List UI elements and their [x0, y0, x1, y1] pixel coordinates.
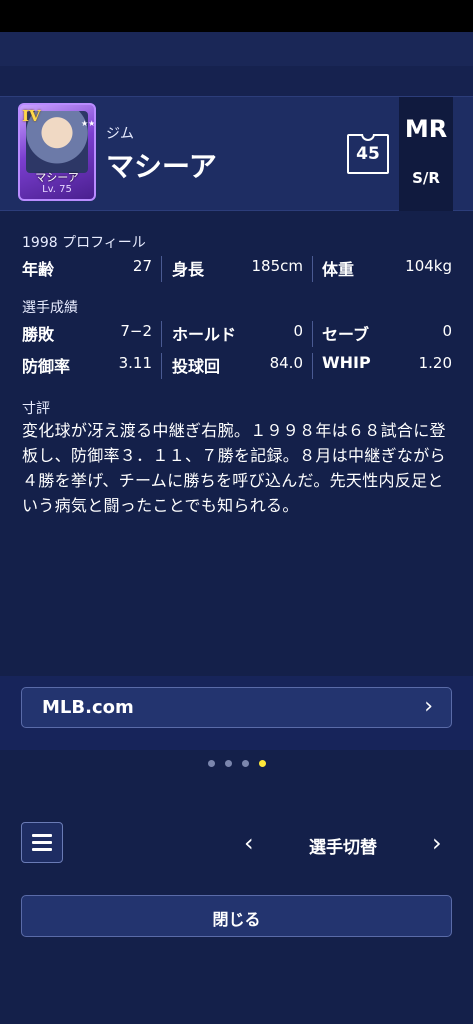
- ip-value: 84.0: [269, 354, 303, 372]
- close-button[interactable]: 閉じる: [21, 895, 452, 937]
- page-dot[interactable]: [242, 760, 249, 767]
- divider: [312, 321, 313, 347]
- stats-row-1: 勝敗 7−2 ホールド 0 セーブ 0: [22, 321, 452, 347]
- divider: [161, 321, 162, 347]
- divider: [161, 256, 162, 282]
- player-header: IV ★★★★★ マシーア Lv. 75 ジム マシーア 45 MR S/R: [0, 96, 473, 211]
- comment-text: 変化球が冴え渡る中継ぎ右腕。１９９８年は６８試合に登板し、防御率３．１１、７勝を…: [22, 421, 446, 515]
- mlb-link-label: MLB.com: [42, 697, 134, 718]
- age-value: 27: [132, 257, 152, 275]
- status-bar: [0, 0, 473, 32]
- menu-icon-bar: [32, 834, 52, 837]
- top-band: [0, 32, 473, 66]
- position-box: MR S/R: [399, 97, 453, 211]
- divider: [161, 353, 162, 379]
- stats-row-2: 防御率 3.11 投球回 84.0 WHIP 1.20: [22, 353, 452, 379]
- weight-value: 104kg: [405, 257, 452, 275]
- record-value: 7−2: [120, 322, 152, 340]
- height-label: 身長: [172, 260, 205, 279]
- weight-cell: 体重 104kg: [322, 256, 452, 280]
- ip-label: 投球回: [172, 357, 221, 376]
- era-cell: 防御率 3.11: [22, 353, 152, 377]
- jersey-collar: [361, 134, 375, 141]
- card-stars: ★★★★★: [81, 119, 96, 128]
- weight-label: 体重: [322, 260, 355, 279]
- menu-icon-bar: [32, 848, 52, 851]
- comment-label: 寸評: [22, 401, 50, 417]
- close-label: 閉じる: [212, 910, 261, 929]
- age-label: 年齢: [22, 260, 55, 279]
- chevron-right-icon: ›: [424, 694, 433, 719]
- mlb-link-button[interactable]: MLB.com ›: [21, 687, 452, 728]
- record-cell: 勝敗 7−2: [22, 321, 152, 345]
- player-position: MR: [404, 115, 448, 143]
- page-dot[interactable]: [225, 760, 232, 767]
- menu-button[interactable]: [21, 822, 63, 863]
- whip-label: WHIP: [322, 353, 371, 372]
- whip-cell: WHIP 1.20: [322, 353, 452, 377]
- uniform-number: 45: [356, 144, 380, 164]
- next-player-button[interactable]: ›: [432, 829, 442, 857]
- prev-player-button[interactable]: ‹: [244, 829, 254, 857]
- player-card: IV ★★★★★ マシーア Lv. 75: [18, 103, 96, 201]
- jersey-icon: 45: [347, 134, 389, 174]
- record-label: 勝敗: [22, 325, 55, 344]
- whip-value: 1.20: [418, 354, 452, 372]
- player-name: マシーア: [106, 150, 217, 183]
- saves-label: セーブ: [322, 325, 370, 344]
- switch-player-label: 選手切替: [309, 838, 377, 858]
- top-band-lower: [0, 66, 473, 96]
- height-value: 185cm: [251, 257, 304, 275]
- age-cell: 年齢 27: [22, 256, 152, 280]
- era-value: 3.11: [118, 354, 152, 372]
- holds-cell: ホールド 0: [172, 321, 303, 345]
- card-name: マシーア: [35, 171, 79, 184]
- ip-cell: 投球回 84.0: [172, 353, 303, 377]
- saves-value: 0: [442, 322, 452, 340]
- stats-label: 選手成績: [22, 300, 78, 316]
- divider: [312, 256, 313, 282]
- page-dot[interactable]: [208, 760, 215, 767]
- player-handedness: S/R: [412, 169, 440, 187]
- era-label: 防御率: [22, 357, 71, 376]
- profile-row: 年齢 27 身長 185cm 体重 104kg: [22, 256, 452, 282]
- height-cell: 身長 185cm: [172, 256, 303, 280]
- page-dot-active[interactable]: [259, 760, 266, 767]
- holds-value: 0: [293, 322, 303, 340]
- saves-cell: セーブ 0: [322, 321, 452, 345]
- divider: [312, 353, 313, 379]
- card-rank: IV: [22, 107, 41, 125]
- player-furigana: ジム: [106, 126, 134, 142]
- menu-icon-bar: [32, 841, 52, 844]
- profile-label: 1998 プロフィール: [22, 235, 146, 251]
- holds-label: ホールド: [172, 325, 237, 344]
- card-level: Lv. 75: [42, 184, 72, 195]
